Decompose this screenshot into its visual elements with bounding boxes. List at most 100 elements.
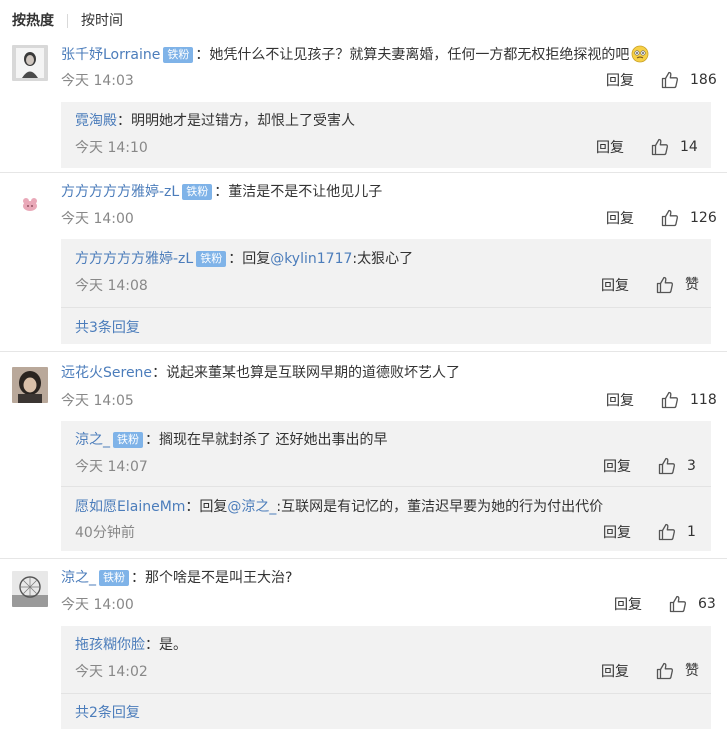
like-count: 126 (690, 210, 717, 226)
sort-bar: 按热度 按时间 (0, 0, 727, 40)
thumbs-up-icon (655, 275, 675, 299)
confused-face-emoji-icon (631, 45, 649, 63)
reply-text: :太狠心了 (352, 251, 414, 267)
fan-badge[interactable]: 铁粉 (113, 432, 143, 448)
reply-prefix: 回复 (242, 251, 271, 267)
reply-text: 是。 (159, 637, 187, 653)
reply-time: 40分钟前 (75, 525, 135, 541)
thumbs-up-icon (660, 70, 680, 94)
colon-separator: ： (152, 365, 167, 381)
reply-text: 明明她才是过错方，却恨上了受害人 (131, 113, 355, 129)
comment-text: 说起来董某也算是互联网早期的道德败坏艺人了 (166, 365, 461, 381)
reply-box: 涼之_ 铁粉 ：搁现在早就封杀了 还好她出事出的早 今天 14:07 回复 3 愿如… (61, 421, 711, 551)
comment-divider (0, 558, 727, 559)
reply-divider (61, 693, 711, 694)
reply-divider (61, 307, 711, 308)
like-count: 14 (680, 139, 698, 155)
comment-text: 她凭什么不让见孩子？就算夫妻离婚，任何一方都无权拒绝探视的吧 (209, 47, 630, 63)
thumbs-up-icon (668, 594, 688, 618)
comment-time: 今天 14:05 (61, 393, 134, 409)
mention-link[interactable]: @kylin1717 (270, 251, 352, 267)
comment-content: 涼之_ 铁粉 ：那个啥是不是叫王大治? (61, 569, 715, 587)
colon-separator: ： (131, 570, 145, 586)
fan-badge[interactable]: 铁粉 (182, 184, 213, 200)
thumbs-up-icon (660, 208, 680, 232)
reply-time: 今天 14:10 (75, 140, 148, 156)
comment-divider (0, 172, 727, 173)
username-link[interactable]: 霓淘殿 (75, 113, 117, 129)
reply-divider (61, 486, 711, 487)
comment-time: 今天 14:00 (61, 597, 134, 613)
reply-button[interactable]: 回复 (603, 524, 631, 542)
more-replies-link[interactable]: 共3条回复 (75, 319, 140, 337)
more-replies-link[interactable]: 共2条回复 (75, 704, 140, 722)
reply-box: 方方方方方雅婷-zL 铁粉 ：回复@kylin1717:太狠心了 今天 14:08 … (61, 239, 711, 344)
avatar[interactable] (12, 367, 48, 403)
username-link[interactable]: 张千妤Lorraine (61, 47, 160, 63)
reply-button[interactable]: 回复 (606, 210, 634, 228)
like-count: 1 (687, 524, 696, 540)
reply-button[interactable]: 回复 (606, 392, 634, 410)
colon-separator: ： (214, 184, 229, 200)
colon-separator: ： (185, 499, 200, 515)
reply-prefix: 回复 (199, 499, 228, 515)
reply-time: 今天 14:07 (75, 459, 148, 475)
colon-separator: ： (145, 432, 159, 448)
thumbs-up-icon (657, 522, 677, 546)
username-link[interactable]: 涼之_ (61, 570, 96, 586)
avatar[interactable] (12, 45, 48, 81)
reply-button[interactable]: 回复 (614, 596, 642, 614)
avatar[interactable] (12, 187, 48, 223)
mention-link[interactable]: @涼之_ (227, 499, 276, 515)
reply-time: 今天 14:08 (75, 278, 148, 294)
fan-badge[interactable]: 铁粉 (196, 251, 227, 267)
username-link[interactable]: 愿如愿ElaineMm (75, 499, 185, 515)
thumbs-up-icon (650, 137, 670, 161)
comment-divider (0, 351, 727, 352)
colon-separator: ： (145, 637, 159, 653)
fan-badge[interactable]: 铁粉 (99, 570, 129, 586)
like-label: 赞 (685, 277, 699, 293)
username-link[interactable]: 远花火Serene (61, 365, 152, 381)
comment-content: 远花火Serene：说起来董某也算是互联网早期的道德败坏艺人了 (61, 364, 715, 382)
comment-content: 方方方方方雅婷-zL 铁粉 ：董洁是不是不让他见儿子 (61, 183, 715, 201)
like-count: 118 (690, 392, 717, 408)
username-link[interactable]: 方方方方方雅婷-zL (75, 251, 193, 267)
reply-box: 霓淘殿：明明她才是过错方，却恨上了受害人 今天 14:10 回复 14 (61, 102, 711, 168)
reply-text: 搁现在早就封杀了 还好她出事出的早 (159, 432, 388, 448)
like-label: 赞 (685, 663, 699, 679)
thumbs-up-icon (660, 390, 680, 414)
thumbs-up-icon (655, 661, 675, 685)
reply-button[interactable]: 回复 (601, 663, 629, 681)
reply-time: 今天 14:02 (75, 664, 148, 680)
username-link[interactable]: 拖孩糊你脸 (75, 637, 145, 653)
comment-time: 今天 14:00 (61, 211, 134, 227)
sort-by-time-tab[interactable]: 按时间 (81, 12, 123, 30)
reply-button[interactable]: 回复 (601, 277, 629, 295)
reply-content: 愿如愿ElaineMm：回复@涼之_:互联网是有记忆的，董洁迟早要为她的行为付出… (75, 498, 701, 516)
fan-badge[interactable]: 铁粉 (163, 47, 194, 63)
like-count: 63 (698, 596, 716, 612)
comment-text: 那个啥是不是叫王大治? (145, 570, 293, 586)
thumbs-up-icon (657, 456, 677, 480)
reply-button[interactable]: 回复 (596, 139, 624, 157)
reply-content: 涼之_ 铁粉 ：搁现在早就封杀了 还好她出事出的早 (75, 431, 701, 449)
like-count: 186 (690, 72, 717, 88)
reply-content: 拖孩糊你脸：是。 (75, 636, 701, 654)
colon-separator: ： (228, 251, 243, 267)
username-link[interactable]: 方方方方方雅婷-zL (61, 184, 179, 200)
avatar[interactable] (12, 571, 48, 607)
reply-button[interactable]: 回复 (606, 72, 634, 90)
colon-separator: ： (117, 113, 131, 129)
reply-box: 拖孩糊你脸：是。 今天 14:02 回复 赞 共2条回复 (61, 626, 711, 729)
reply-content: 方方方方方雅婷-zL 铁粉 ：回复@kylin1717:太狠心了 (75, 250, 701, 268)
colon-separator: ： (195, 47, 210, 63)
sort-by-hot-tab[interactable]: 按热度 (12, 12, 54, 30)
sort-divider (67, 14, 68, 28)
comment-time: 今天 14:03 (61, 73, 134, 89)
reply-button[interactable]: 回复 (603, 458, 631, 476)
reply-text: :互联网是有记忆的，董洁迟早要为她的行为付出代价 (276, 499, 604, 515)
username-link[interactable]: 涼之_ (75, 432, 110, 448)
comment-text: 董洁是不是不让他见儿子 (228, 184, 383, 200)
comment-content: 张千妤Lorraine 铁粉 ：她凭什么不让见孩子？就算夫妻离婚，任何一方都无权拒绝… (61, 45, 715, 64)
